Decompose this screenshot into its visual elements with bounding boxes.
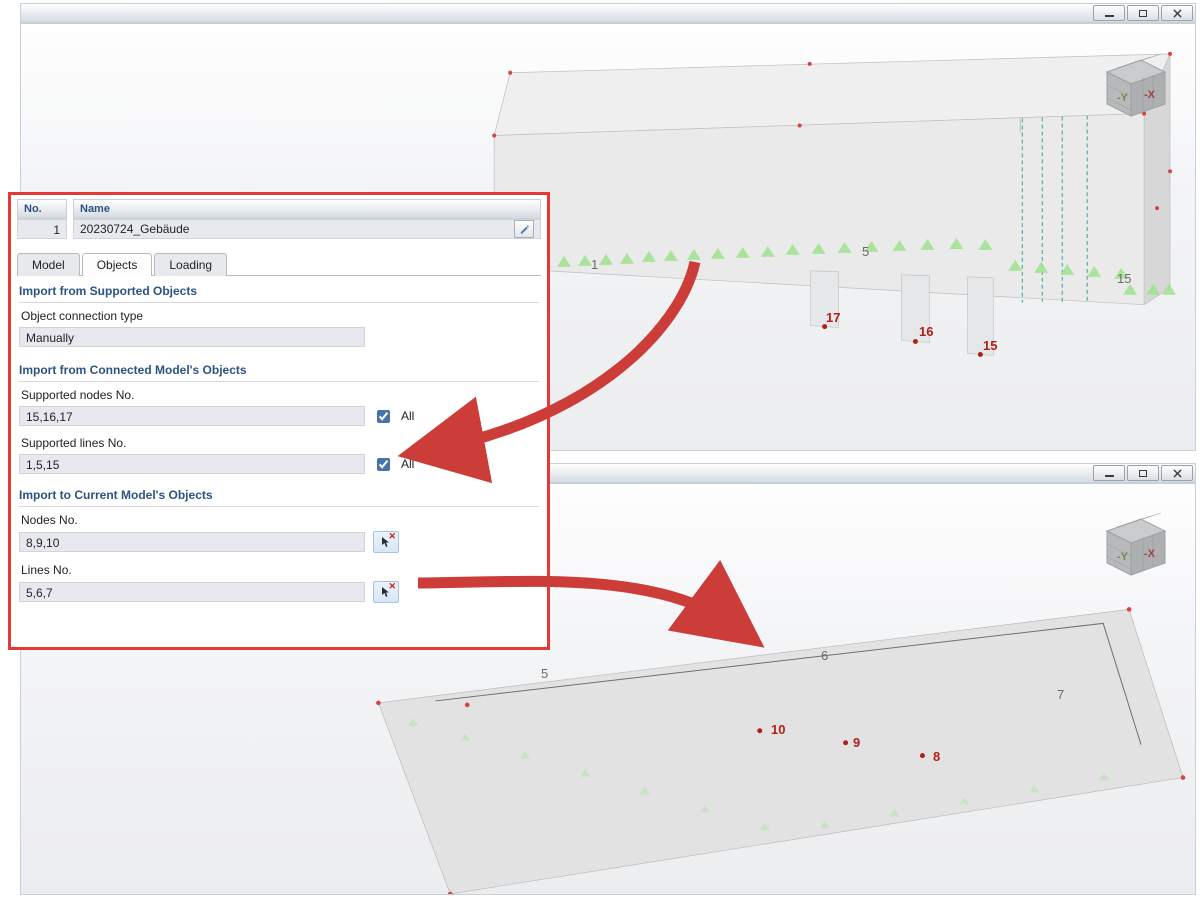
line-label-5: 5	[862, 244, 869, 259]
name-field[interactable]: 20230724_Gebäude	[73, 219, 541, 239]
node-label-9: 9	[853, 735, 860, 750]
tab-objects[interactable]: Objects	[82, 253, 153, 276]
label-supported-lines: Supported lines No.	[19, 434, 539, 452]
line-label-1: 1	[591, 257, 598, 272]
no-value: 1	[17, 219, 67, 239]
node-label-15: 15	[983, 338, 997, 353]
svg-text:-X: -X	[1144, 89, 1156, 101]
nodes-no-field[interactable]: 8,9,10	[19, 532, 365, 552]
label-object-connection-type: Object connection type	[19, 307, 539, 325]
object-connection-type-field[interactable]: Manually	[19, 327, 365, 347]
viewcube-bottom[interactable]: -Y -X	[1097, 509, 1175, 587]
close-button[interactable]	[1161, 465, 1193, 481]
supported-nodes-all-checkbox[interactable]	[377, 410, 390, 423]
section-title-connected-model: Import from Connected Model's Objects	[19, 361, 539, 382]
column-header-name: Name	[73, 199, 541, 219]
node-label-17: 17	[826, 310, 840, 325]
tab-model[interactable]: Model	[17, 253, 80, 276]
pick-nodes-button[interactable]: ✕	[373, 531, 399, 553]
supported-nodes-field[interactable]: 15,16,17	[19, 406, 365, 426]
svg-text:-Y: -Y	[1117, 92, 1129, 104]
supported-nodes-all-label: All	[401, 409, 414, 423]
svg-text:-X: -X	[1144, 548, 1156, 560]
line-label-6: 6	[821, 648, 828, 663]
label-lines-no: Lines No.	[19, 561, 539, 579]
tab-loading[interactable]: Loading	[154, 253, 227, 276]
object-properties-panel: No. 1 Name 20230724_Gebäude Model Object…	[8, 192, 550, 650]
viewcube-top[interactable]: -Y -X	[1097, 50, 1175, 128]
label-supported-nodes: Supported nodes No.	[19, 386, 539, 404]
maximize-button[interactable]	[1127, 465, 1159, 481]
column-header-no: No.	[17, 199, 67, 219]
supported-lines-all-checkbox[interactable]	[377, 458, 390, 471]
node-label-10: 10	[771, 722, 785, 737]
top-window-titlebar	[20, 3, 1196, 23]
line-label-15: 15	[1117, 271, 1131, 286]
section-title-import-supported: Import from Supported Objects	[19, 282, 539, 303]
panel-tabs: Model Objects Loading	[11, 253, 547, 276]
supported-lines-field[interactable]: 1,5,15	[19, 454, 365, 474]
lines-no-field[interactable]: 5,6,7	[19, 582, 365, 602]
label-nodes-no: Nodes No.	[19, 511, 539, 529]
maximize-button[interactable]	[1127, 5, 1159, 21]
name-value: 20230724_Gebäude	[80, 219, 189, 239]
svg-text:-Y: -Y	[1117, 551, 1129, 563]
section-title-current-model: Import to Current Model's Objects	[19, 486, 539, 507]
node-label-16: 16	[919, 324, 933, 339]
supported-lines-all-label: All	[401, 457, 414, 471]
edit-name-button[interactable]	[514, 220, 534, 238]
close-button[interactable]	[1161, 5, 1193, 21]
minimize-button[interactable]	[1093, 5, 1125, 21]
pick-lines-button[interactable]: ✕	[373, 581, 399, 603]
line-label-7: 7	[1057, 687, 1064, 702]
node-label-8: 8	[933, 749, 940, 764]
line-label-5b: 5	[541, 666, 548, 681]
minimize-button[interactable]	[1093, 465, 1125, 481]
